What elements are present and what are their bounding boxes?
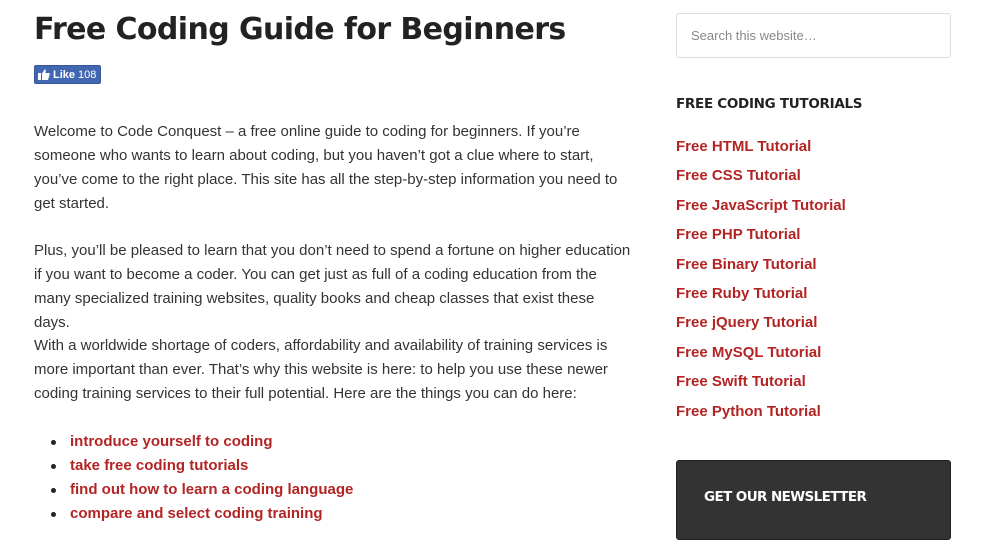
bullet-icon: [51, 512, 56, 517]
link-python-tutorial[interactable]: Free Python Tutorial: [676, 403, 821, 420]
list-item: find out how to learn a coding language: [34, 478, 353, 502]
page-title: Free Coding Guide for Beginners: [34, 12, 566, 47]
list-item: compare and select coding training: [34, 502, 353, 526]
link-compare-training[interactable]: compare and select coding training: [70, 505, 323, 522]
search-input[interactable]: [676, 13, 951, 58]
facebook-like-button[interactable]: Like 108: [34, 65, 102, 84]
list-item: introduce yourself to coding: [34, 430, 353, 454]
tutorials-list: Free HTML Tutorial Free CSS Tutorial Fre…: [676, 135, 846, 429]
list-item: Free Python Tutorial: [676, 400, 846, 429]
link-mysql-tutorial[interactable]: Free MySQL Tutorial: [676, 344, 821, 361]
link-learn-language[interactable]: find out how to learn a coding language: [70, 481, 353, 498]
like-label: Like: [53, 68, 76, 81]
link-swift-tutorial[interactable]: Free Swift Tutorial: [676, 373, 806, 390]
tutorials-heading: FREE CODING TUTORIALS: [676, 96, 863, 112]
newsletter-widget: GET OUR NEWSLETTER: [676, 460, 951, 540]
list-item: Free CSS Tutorial: [676, 164, 846, 193]
bullet-icon: [51, 488, 56, 493]
link-javascript-tutorial[interactable]: Free JavaScript Tutorial: [676, 197, 846, 214]
bullet-icon: [51, 464, 56, 469]
list-item: Free PHP Tutorial: [676, 223, 846, 252]
link-php-tutorial[interactable]: Free PHP Tutorial: [676, 226, 800, 243]
link-ruby-tutorial[interactable]: Free Ruby Tutorial: [676, 285, 807, 302]
newsletter-heading: GET OUR NEWSLETTER: [704, 489, 867, 505]
like-count: 108: [78, 68, 97, 81]
list-item: Free Swift Tutorial: [676, 370, 846, 399]
list-item: take free coding tutorials: [34, 454, 353, 478]
link-introduce-coding[interactable]: introduce yourself to coding: [70, 433, 273, 450]
education-paragraph: Plus, you’ll be pleased to learn that yo…: [34, 242, 631, 331]
intro-paragraph: Welcome to Code Conquest – a free online…: [34, 123, 618, 212]
list-item: Free jQuery Tutorial: [676, 311, 846, 340]
list-item: Free HTML Tutorial: [676, 135, 846, 164]
list-item: Free MySQL Tutorial: [676, 341, 846, 370]
link-free-tutorials[interactable]: take free coding tutorials: [70, 457, 248, 474]
link-binary-tutorial[interactable]: Free Binary Tutorial: [676, 256, 817, 273]
link-css-tutorial[interactable]: Free CSS Tutorial: [676, 167, 801, 184]
bullet-icon: [51, 440, 56, 445]
thumbs-up-icon: [38, 69, 50, 80]
list-item: Free JavaScript Tutorial: [676, 194, 846, 223]
list-item: Free Ruby Tutorial: [676, 282, 846, 311]
things-to-do-list: introduce yourself to coding take free c…: [34, 430, 353, 526]
link-html-tutorial[interactable]: Free HTML Tutorial: [676, 138, 811, 155]
list-item: Free Binary Tutorial: [676, 253, 846, 282]
purpose-paragraph: With a worldwide shortage of coders, aff…: [34, 337, 608, 402]
link-jquery-tutorial[interactable]: Free jQuery Tutorial: [676, 314, 817, 331]
